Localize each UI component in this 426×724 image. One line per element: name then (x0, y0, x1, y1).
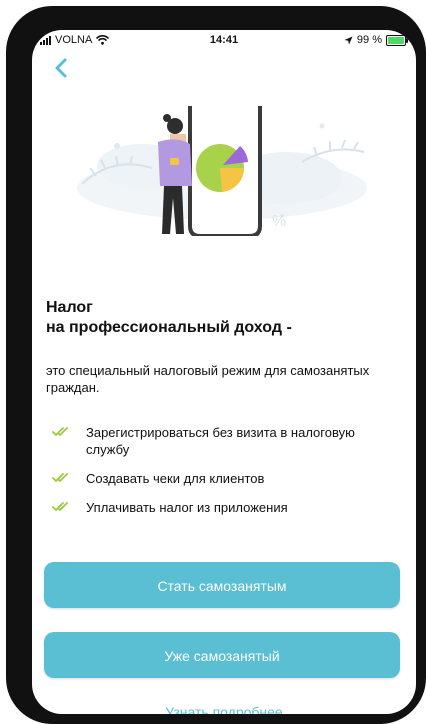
already-self-employed-button[interactable]: Уже самозанятый (44, 632, 400, 678)
feature-text: Создавать чеки для клиентов (86, 471, 265, 486)
title-line-1: Налог (46, 299, 93, 316)
status-right: 99 % (344, 34, 408, 46)
chevron-left-icon[interactable] (50, 56, 74, 80)
page-title: Налог на профессиональный доход - (46, 298, 396, 338)
list-item: Создавать чеки для клиентов (46, 470, 396, 487)
feature-list: Зарегистрироваться без визита в налогову… (46, 424, 396, 516)
battery-percent: 99 % (356, 34, 382, 46)
double-check-icon (52, 502, 68, 512)
app-screen: VOLNA 14:41 99 % % Налог на профессионал… (32, 30, 416, 714)
feature-text: Зарегистрироваться без визита в налогову… (86, 425, 355, 457)
status-bar: VOLNA 14:41 99 % (32, 30, 416, 52)
description: это специальный налоговый режим для само… (46, 363, 370, 395)
learn-more-link[interactable]: Узнать подробнее (32, 704, 416, 714)
phone-frame: VOLNA 14:41 99 % % Налог на профессионал… (6, 6, 426, 724)
list-item: Зарегистрироваться без визита в налогову… (46, 424, 396, 458)
list-item: Уплачивать налог из приложения (46, 499, 396, 516)
double-check-icon (52, 473, 68, 483)
svg-text:%: % (272, 213, 286, 230)
become-self-employed-button[interactable]: Стать самозанятым (44, 562, 400, 608)
self-employed-illustration: % (77, 106, 367, 236)
location-arrow-icon (344, 36, 353, 44)
feature-text: Уплачивать налог из приложения (86, 500, 288, 515)
double-check-icon (52, 427, 68, 437)
title-line-2: на профессиональный доход - (46, 319, 292, 336)
battery-icon (386, 34, 408, 46)
